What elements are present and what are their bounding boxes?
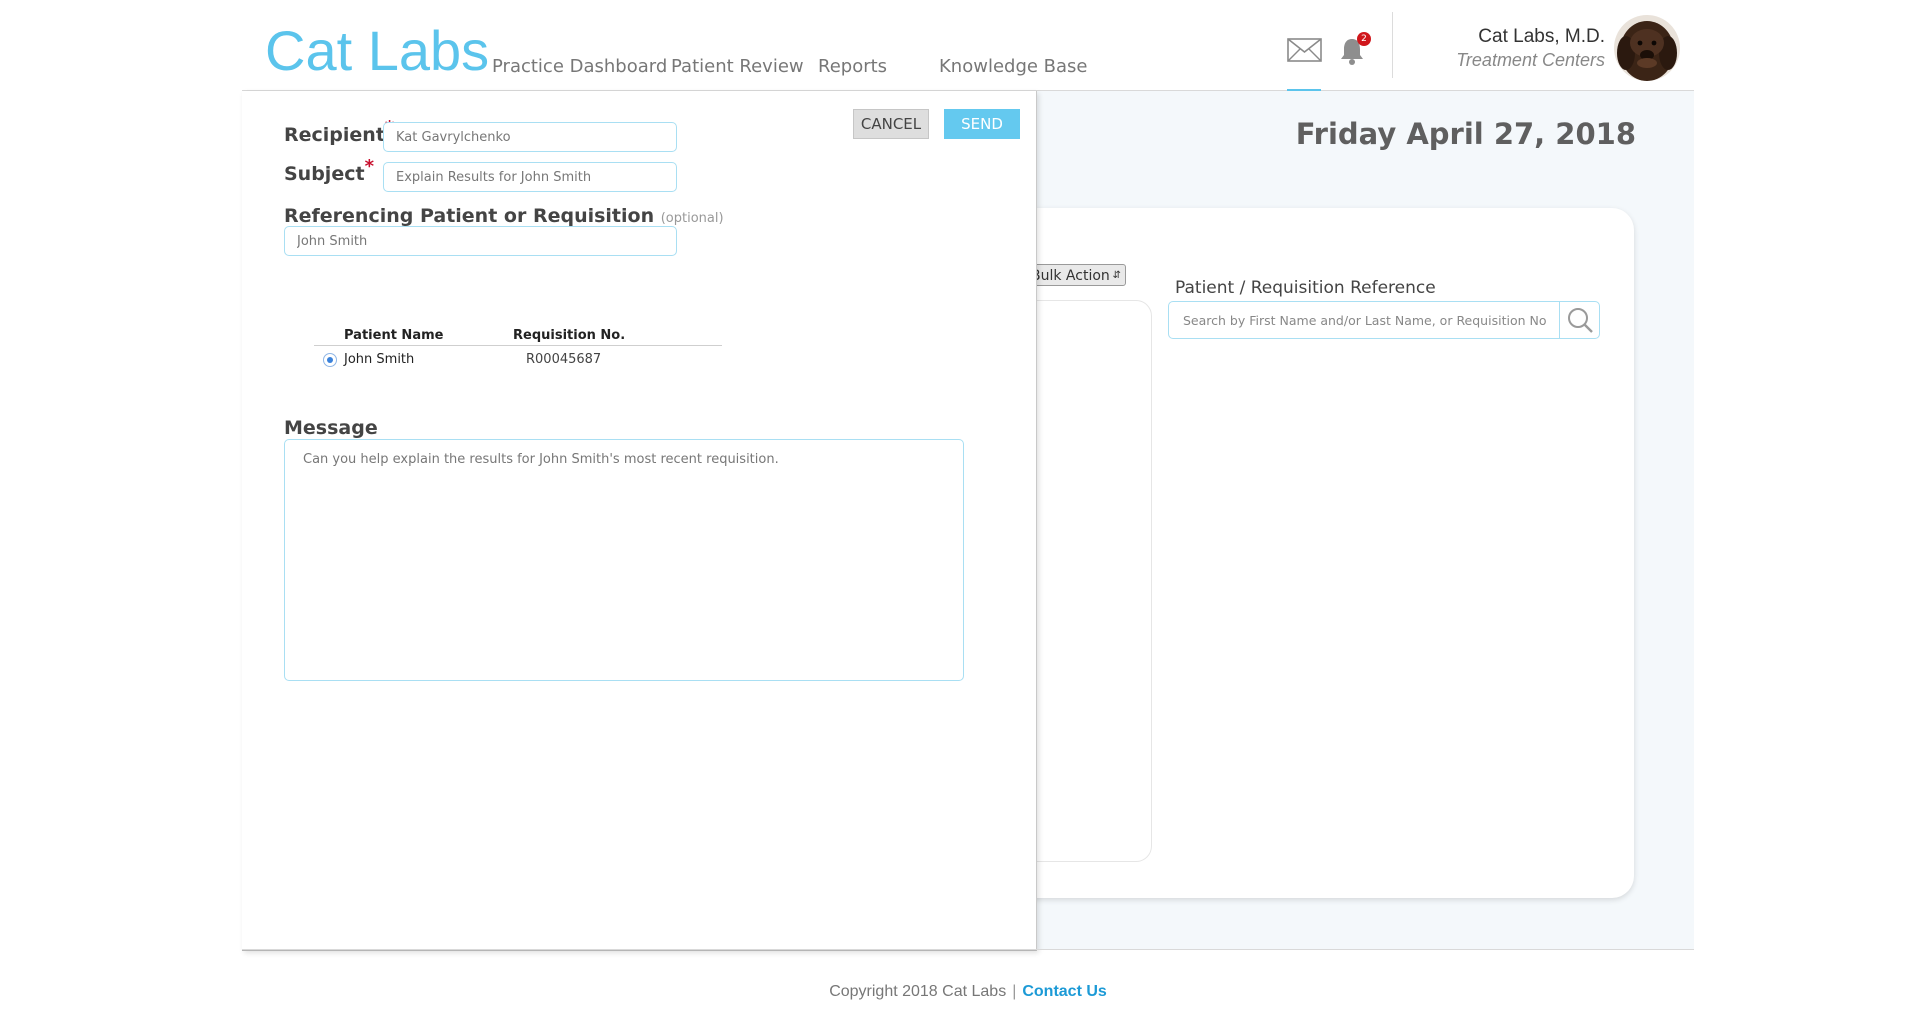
reference-search-label: Patient / Requisition Reference [1175,278,1436,298]
user-organization: Treatment Centers [1456,50,1605,70]
reference-field[interactable] [284,226,677,256]
reference-label: Referencing Patient or Requisition (opti… [284,205,724,227]
optional-hint: (optional) [660,211,724,226]
subject-label-text: Subject [284,163,365,185]
footer: Copyright 2018 Cat Labs | Contact Us [242,983,1694,1001]
notification-badge: 2 [1357,32,1371,46]
bulk-action-label: Bulk Action [1031,268,1110,284]
recipient-field[interactable] [383,122,677,152]
column-header-patient-name: Patient Name [344,328,444,343]
table-cell-requisition-no: R00045687 [526,352,602,367]
compose-message-panel: CANCEL SEND Recipient* Subject* Referenc… [242,91,1037,951]
recipient-label: Recipient* [284,117,394,146]
search-icon[interactable] [1559,302,1599,338]
recipient-label-text: Recipient [284,124,385,146]
footer-divider [242,949,1694,950]
message-textarea[interactable]: Can you help explain the results for Joh… [284,439,964,681]
reference-label-text: Referencing Patient or Requisition [284,205,655,227]
send-button[interactable]: SEND [944,109,1020,139]
reference-search-box [1168,301,1600,339]
column-header-requisition-no: Requisition No. [513,328,626,343]
page-date: Friday April 27, 2018 [1295,117,1636,151]
table-header-divider [314,345,722,346]
select-arrows-icon: ⇵ [1112,270,1121,281]
top-header: Cat Labs Practice Dashboard Patient Revi… [242,0,1694,92]
nav-patient-review[interactable]: Patient Review [671,56,804,77]
nav-reports[interactable]: Reports [818,56,887,77]
footer-separator: | [1012,983,1017,1000]
required-marker: * [364,156,374,177]
header-divider [1392,12,1393,78]
mail-icon[interactable] [1287,30,1327,70]
table-cell-patient-name: John Smith [344,352,415,367]
bulk-action-select[interactable]: Bulk Action ⇵ [1022,264,1126,286]
row-select-radio[interactable] [323,353,337,367]
app: Cat Labs Practice Dashboard Patient Revi… [242,0,1694,1024]
user-name: Cat Labs, M.D. [1478,26,1605,47]
subject-field[interactable] [383,162,677,192]
message-label: Message [284,417,378,439]
cancel-button[interactable]: CANCEL [853,109,929,139]
brand-logo[interactable]: Cat Labs [265,18,489,84]
subject-label: Subject* [284,156,374,185]
nav-knowledge-base[interactable]: Knowledge Base [939,56,1088,77]
copyright-text: Copyright 2018 Cat Labs [829,983,1007,1000]
reference-search-input[interactable] [1169,302,1561,338]
nav-practice-dashboard[interactable]: Practice Dashboard [492,56,667,77]
avatar[interactable] [1614,15,1680,81]
contact-us-link[interactable]: Contact Us [1022,983,1106,1000]
